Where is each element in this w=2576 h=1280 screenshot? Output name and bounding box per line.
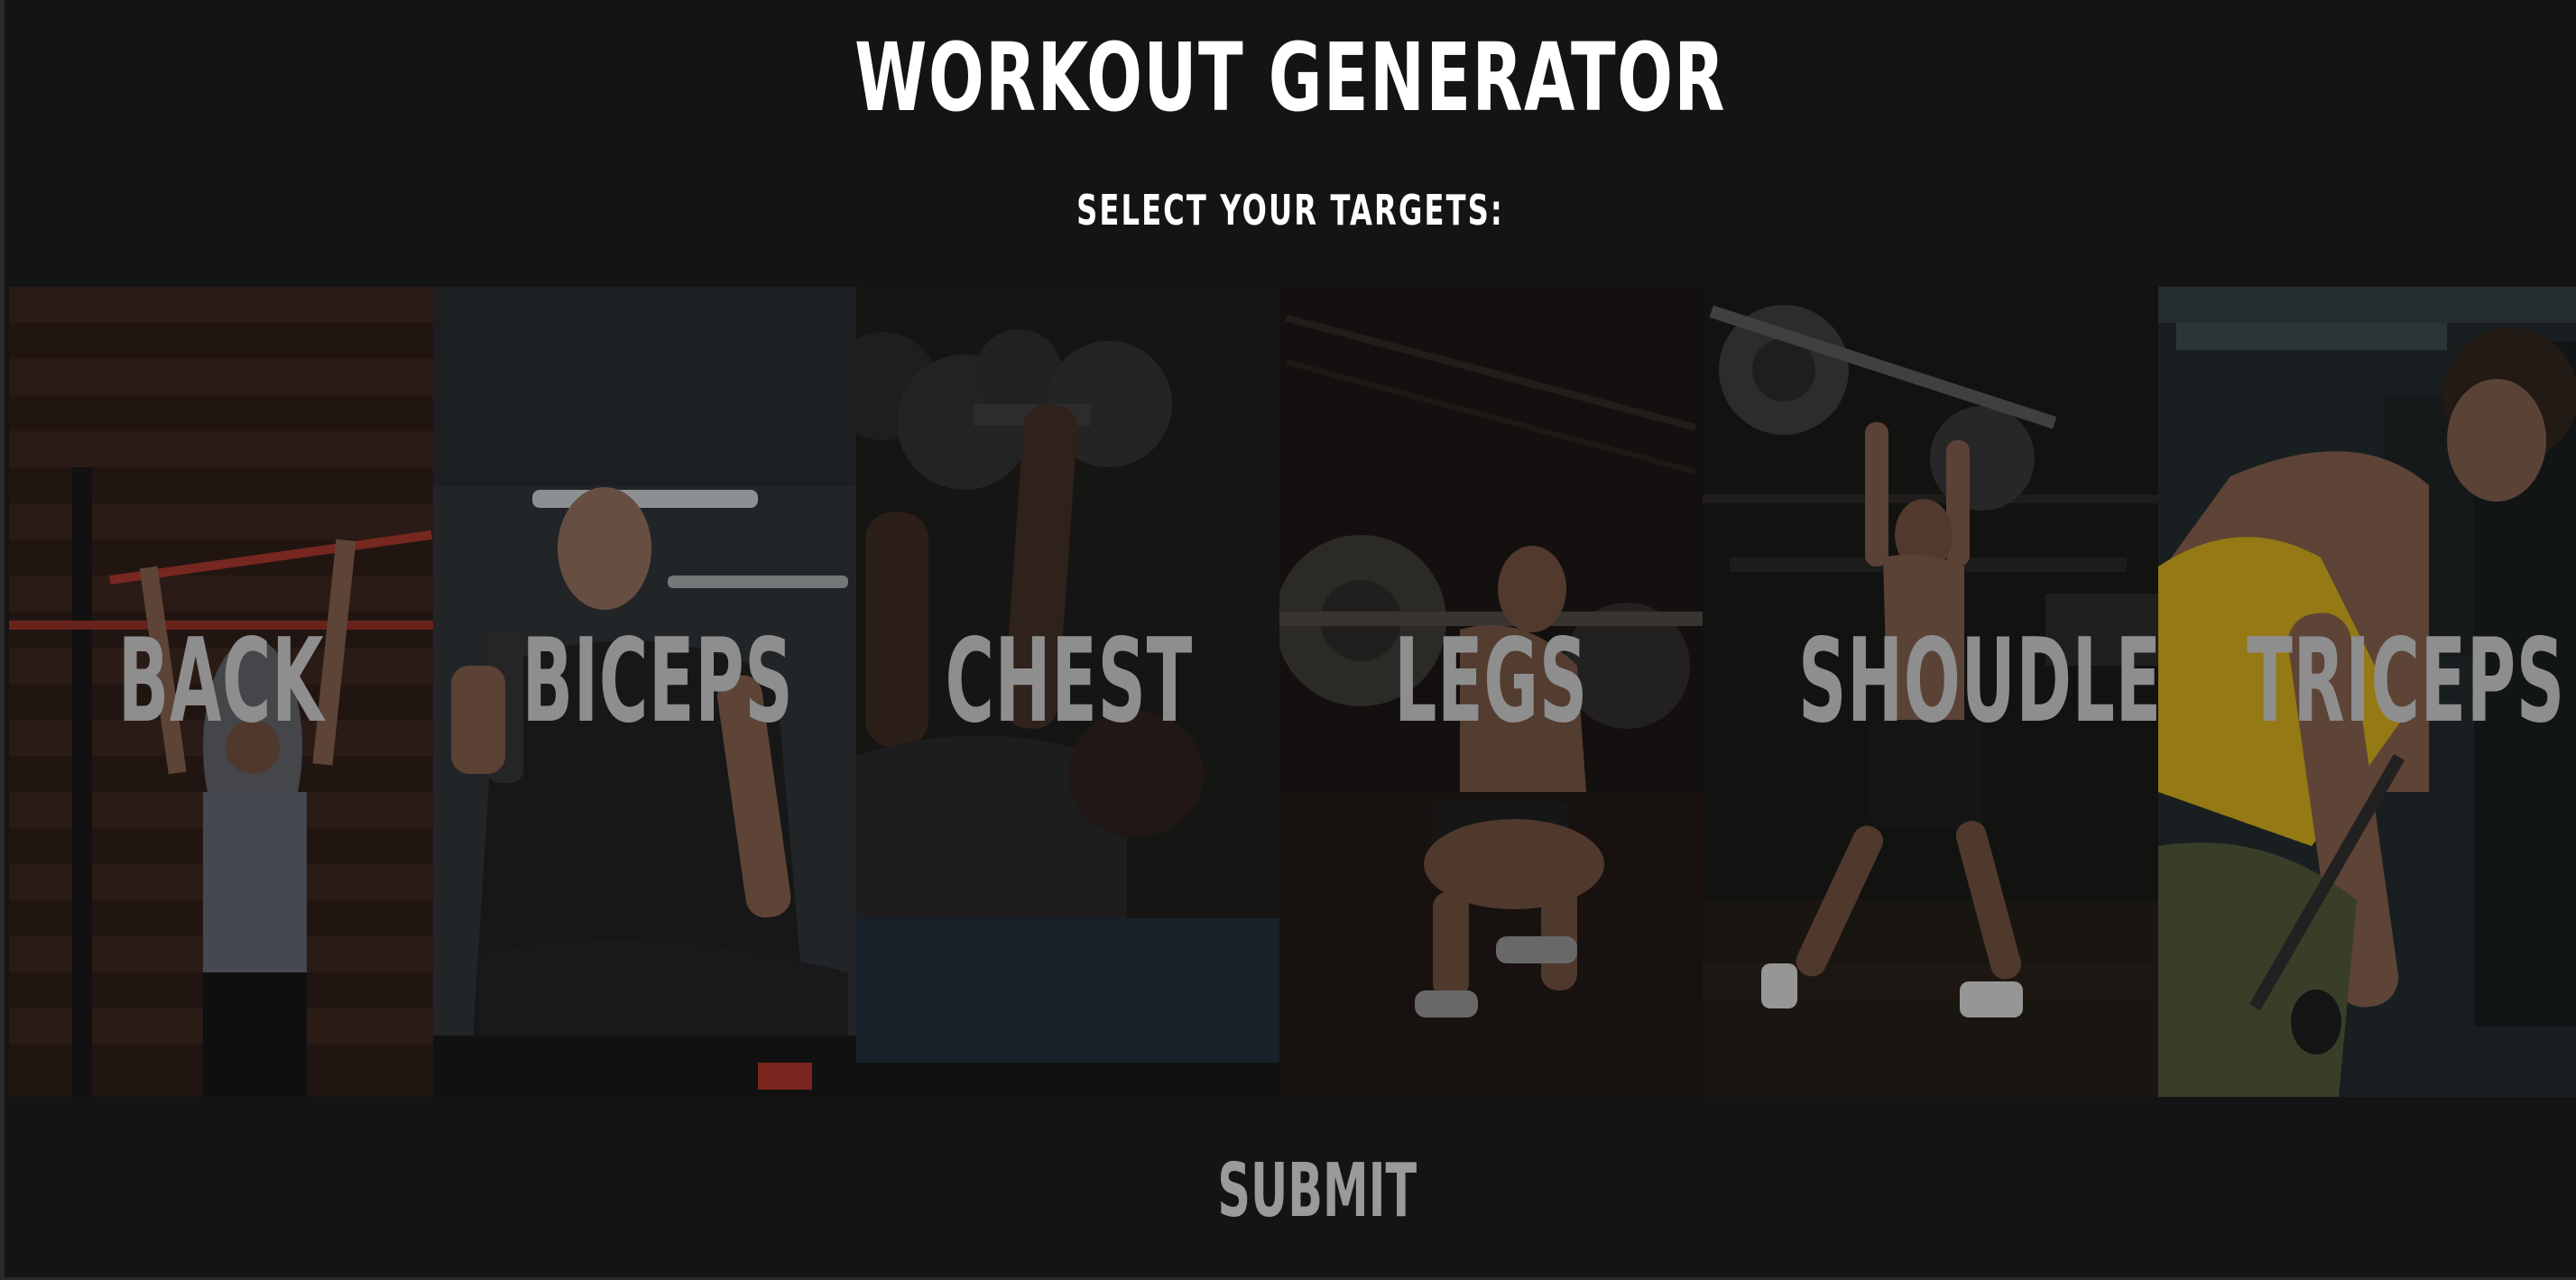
select-targets-heading: SELECT YOUR TARGETS:: [1076, 186, 1504, 235]
target-tile-biceps[interactable]: BICEPS: [433, 287, 856, 1097]
target-label: LEGS: [1394, 614, 1588, 749]
target-tile-legs[interactable]: LEGS: [1279, 287, 1703, 1097]
page-frame: WORKOUT GENERATOR SELECT YOUR TARGETS: B…: [0, 0, 2576, 1280]
target-tile-chest[interactable]: CHEST: [856, 287, 1279, 1097]
target-label: TRICEPS: [2247, 614, 2565, 749]
target-tile-triceps[interactable]: TRICEPS: [2158, 287, 2576, 1097]
target-label: BICEPS: [522, 614, 794, 749]
page-title: WORKOUT GENERATOR: [854, 23, 1726, 133]
target-label: SHOUDLERS: [1798, 614, 2158, 749]
submit-button[interactable]: SUBMIT: [1217, 1150, 1417, 1233]
target-label: CHEST: [945, 614, 1193, 749]
target-tile-shoulders[interactable]: SHOUDLERS: [1703, 287, 2158, 1097]
target-tile-back[interactable]: BACK: [9, 287, 433, 1097]
target-label: BACK: [117, 614, 325, 749]
target-selector-grid: BACK BICEPS CHEST LEGS SHOUD TRICEPS: [9, 287, 2576, 1097]
